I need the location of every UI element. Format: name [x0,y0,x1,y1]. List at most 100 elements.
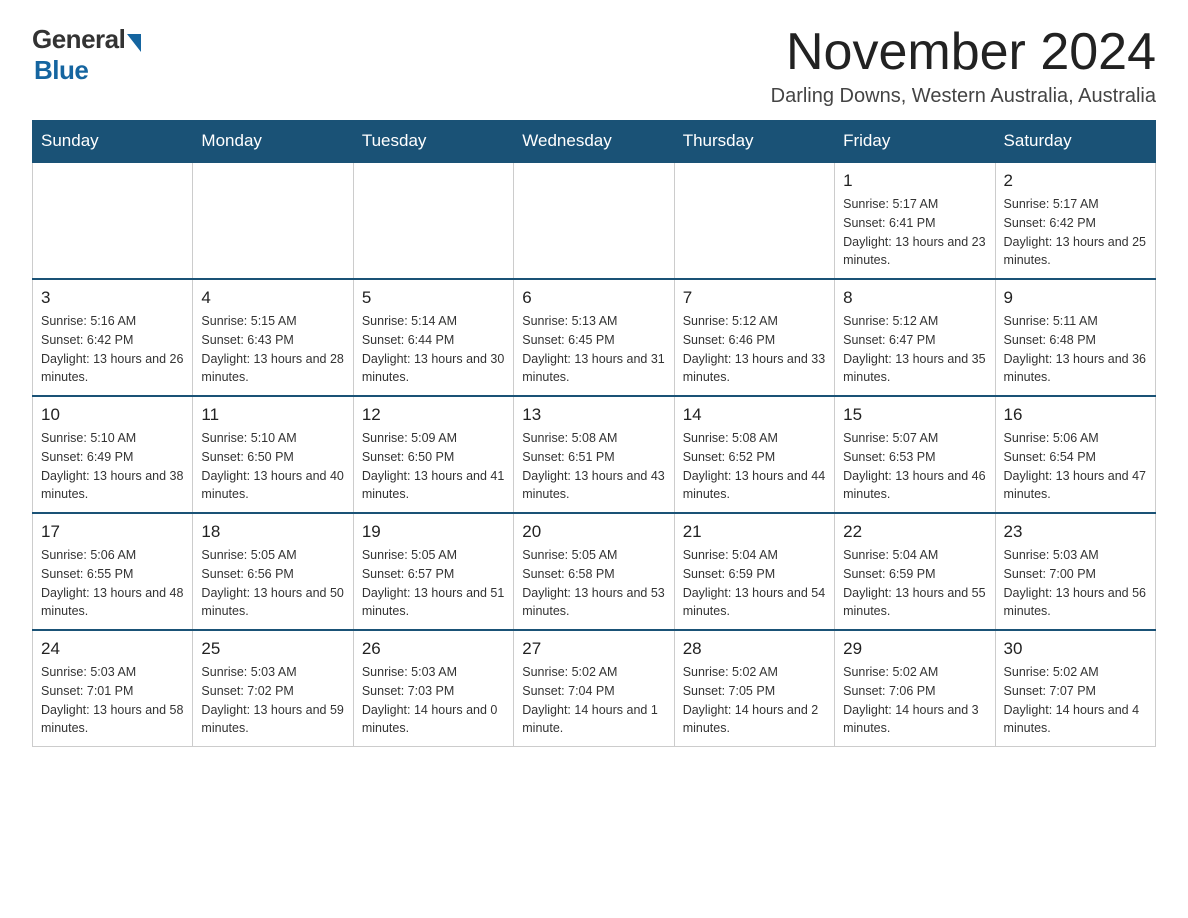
day-info: Sunrise: 5:03 AM Sunset: 7:02 PM Dayligh… [201,663,344,738]
calendar-cell: 13 Sunrise: 5:08 AM Sunset: 6:51 PM Dayli… [514,396,674,513]
day-number: 28 [683,639,826,659]
day-number: 29 [843,639,986,659]
calendar-day-header: Thursday [674,121,834,163]
day-info: Sunrise: 5:05 AM Sunset: 6:56 PM Dayligh… [201,546,344,621]
day-number: 23 [1004,522,1147,542]
calendar-cell [353,162,513,279]
day-number: 22 [843,522,986,542]
day-number: 2 [1004,171,1147,191]
calendar-cell: 21 Sunrise: 5:04 AM Sunset: 6:59 PM Dayli… [674,513,834,630]
day-number: 30 [1004,639,1147,659]
day-info: Sunrise: 5:08 AM Sunset: 6:51 PM Dayligh… [522,429,665,504]
day-info: Sunrise: 5:09 AM Sunset: 6:50 PM Dayligh… [362,429,505,504]
page-header: General Blue November 2024 Darling Downs… [32,24,1156,108]
calendar-cell: 10 Sunrise: 5:10 AM Sunset: 6:49 PM Dayli… [33,396,193,513]
calendar-cell [193,162,353,279]
day-info: Sunrise: 5:04 AM Sunset: 6:59 PM Dayligh… [843,546,986,621]
day-info: Sunrise: 5:16 AM Sunset: 6:42 PM Dayligh… [41,312,184,387]
calendar-week-row: 17 Sunrise: 5:06 AM Sunset: 6:55 PM Dayli… [33,513,1156,630]
day-number: 1 [843,171,986,191]
calendar-cell [33,162,193,279]
day-number: 24 [41,639,184,659]
day-info: Sunrise: 5:14 AM Sunset: 6:44 PM Dayligh… [362,312,505,387]
calendar-cell: 11 Sunrise: 5:10 AM Sunset: 6:50 PM Dayli… [193,396,353,513]
day-info: Sunrise: 5:06 AM Sunset: 6:55 PM Dayligh… [41,546,184,621]
day-info: Sunrise: 5:03 AM Sunset: 7:01 PM Dayligh… [41,663,184,738]
calendar-week-row: 24 Sunrise: 5:03 AM Sunset: 7:01 PM Dayli… [33,630,1156,747]
day-number: 20 [522,522,665,542]
calendar-cell: 28 Sunrise: 5:02 AM Sunset: 7:05 PM Dayli… [674,630,834,747]
calendar-cell: 15 Sunrise: 5:07 AM Sunset: 6:53 PM Dayli… [835,396,995,513]
calendar-header-row: SundayMondayTuesdayWednesdayThursdayFrid… [33,121,1156,163]
day-info: Sunrise: 5:02 AM Sunset: 7:04 PM Dayligh… [522,663,665,738]
calendar-cell: 25 Sunrise: 5:03 AM Sunset: 7:02 PM Dayli… [193,630,353,747]
day-info: Sunrise: 5:07 AM Sunset: 6:53 PM Dayligh… [843,429,986,504]
logo-blue-text: Blue [34,55,88,86]
day-info: Sunrise: 5:05 AM Sunset: 6:58 PM Dayligh… [522,546,665,621]
logo: General Blue [32,24,141,86]
calendar-week-row: 3 Sunrise: 5:16 AM Sunset: 6:42 PM Daylig… [33,279,1156,396]
logo-arrow-icon [127,34,141,52]
calendar-cell: 12 Sunrise: 5:09 AM Sunset: 6:50 PM Dayli… [353,396,513,513]
calendar-cell: 16Sunrise: 5:06 AM Sunset: 6:54 PM Dayli… [995,396,1155,513]
day-number: 25 [201,639,344,659]
title-area: November 2024 Darling Downs, Western Aus… [771,24,1156,108]
day-number: 7 [683,288,826,308]
day-number: 15 [843,405,986,425]
day-info: Sunrise: 5:12 AM Sunset: 6:47 PM Dayligh… [843,312,986,387]
day-number: 13 [522,405,665,425]
calendar-cell: 27Sunrise: 5:02 AM Sunset: 7:04 PM Dayli… [514,630,674,747]
day-info: Sunrise: 5:10 AM Sunset: 6:50 PM Dayligh… [201,429,344,504]
day-info: Sunrise: 5:04 AM Sunset: 6:59 PM Dayligh… [683,546,826,621]
calendar-day-header: Wednesday [514,121,674,163]
day-number: 21 [683,522,826,542]
day-number: 10 [41,405,184,425]
calendar-cell: 19 Sunrise: 5:05 AM Sunset: 6:57 PM Dayli… [353,513,513,630]
calendar-cell: 1Sunrise: 5:17 AM Sunset: 6:41 PM Daylig… [835,162,995,279]
day-info: Sunrise: 5:02 AM Sunset: 7:05 PM Dayligh… [683,663,826,738]
calendar-cell: 3 Sunrise: 5:16 AM Sunset: 6:42 PM Daylig… [33,279,193,396]
day-number: 3 [41,288,184,308]
day-info: Sunrise: 5:02 AM Sunset: 7:06 PM Dayligh… [843,663,986,738]
day-info: Sunrise: 5:03 AM Sunset: 7:00 PM Dayligh… [1004,546,1147,621]
day-number: 19 [362,522,505,542]
day-number: 8 [843,288,986,308]
calendar-cell: 24 Sunrise: 5:03 AM Sunset: 7:01 PM Dayli… [33,630,193,747]
calendar-cell: 26Sunrise: 5:03 AM Sunset: 7:03 PM Dayli… [353,630,513,747]
day-info: Sunrise: 5:03 AM Sunset: 7:03 PM Dayligh… [362,663,505,738]
calendar-cell: 18 Sunrise: 5:05 AM Sunset: 6:56 PM Dayli… [193,513,353,630]
day-info: Sunrise: 5:05 AM Sunset: 6:57 PM Dayligh… [362,546,505,621]
calendar-cell: 7Sunrise: 5:12 AM Sunset: 6:46 PM Daylig… [674,279,834,396]
day-number: 18 [201,522,344,542]
calendar-day-header: Tuesday [353,121,513,163]
calendar-cell: 23 Sunrise: 5:03 AM Sunset: 7:00 PM Dayli… [995,513,1155,630]
calendar-week-row: 10 Sunrise: 5:10 AM Sunset: 6:49 PM Dayli… [33,396,1156,513]
day-info: Sunrise: 5:11 AM Sunset: 6:48 PM Dayligh… [1004,312,1147,387]
calendar-cell: 4Sunrise: 5:15 AM Sunset: 6:43 PM Daylig… [193,279,353,396]
day-number: 12 [362,405,505,425]
calendar-day-header: Sunday [33,121,193,163]
logo-general-text: General [32,24,125,55]
calendar-cell: 2 Sunrise: 5:17 AM Sunset: 6:42 PM Daylig… [995,162,1155,279]
calendar-cell: 20 Sunrise: 5:05 AM Sunset: 6:58 PM Dayli… [514,513,674,630]
calendar-cell: 22 Sunrise: 5:04 AM Sunset: 6:59 PM Dayli… [835,513,995,630]
day-info: Sunrise: 5:02 AM Sunset: 7:07 PM Dayligh… [1004,663,1147,738]
calendar-day-header: Friday [835,121,995,163]
day-number: 11 [201,405,344,425]
calendar-cell [514,162,674,279]
day-number: 9 [1004,288,1147,308]
calendar-title: November 2024 [771,24,1156,81]
day-info: Sunrise: 5:08 AM Sunset: 6:52 PM Dayligh… [683,429,826,504]
calendar-cell: 17 Sunrise: 5:06 AM Sunset: 6:55 PM Dayli… [33,513,193,630]
day-number: 5 [362,288,505,308]
calendar-day-header: Saturday [995,121,1155,163]
day-info: Sunrise: 5:10 AM Sunset: 6:49 PM Dayligh… [41,429,184,504]
calendar-cell: 29 Sunrise: 5:02 AM Sunset: 7:06 PM Dayli… [835,630,995,747]
day-number: 6 [522,288,665,308]
calendar-table: SundayMondayTuesdayWednesdayThursdayFrid… [32,120,1156,747]
day-number: 17 [41,522,184,542]
calendar-week-row: 1Sunrise: 5:17 AM Sunset: 6:41 PM Daylig… [33,162,1156,279]
day-number: 14 [683,405,826,425]
calendar-cell: 6Sunrise: 5:13 AM Sunset: 6:45 PM Daylig… [514,279,674,396]
day-info: Sunrise: 5:17 AM Sunset: 6:42 PM Dayligh… [1004,195,1147,270]
